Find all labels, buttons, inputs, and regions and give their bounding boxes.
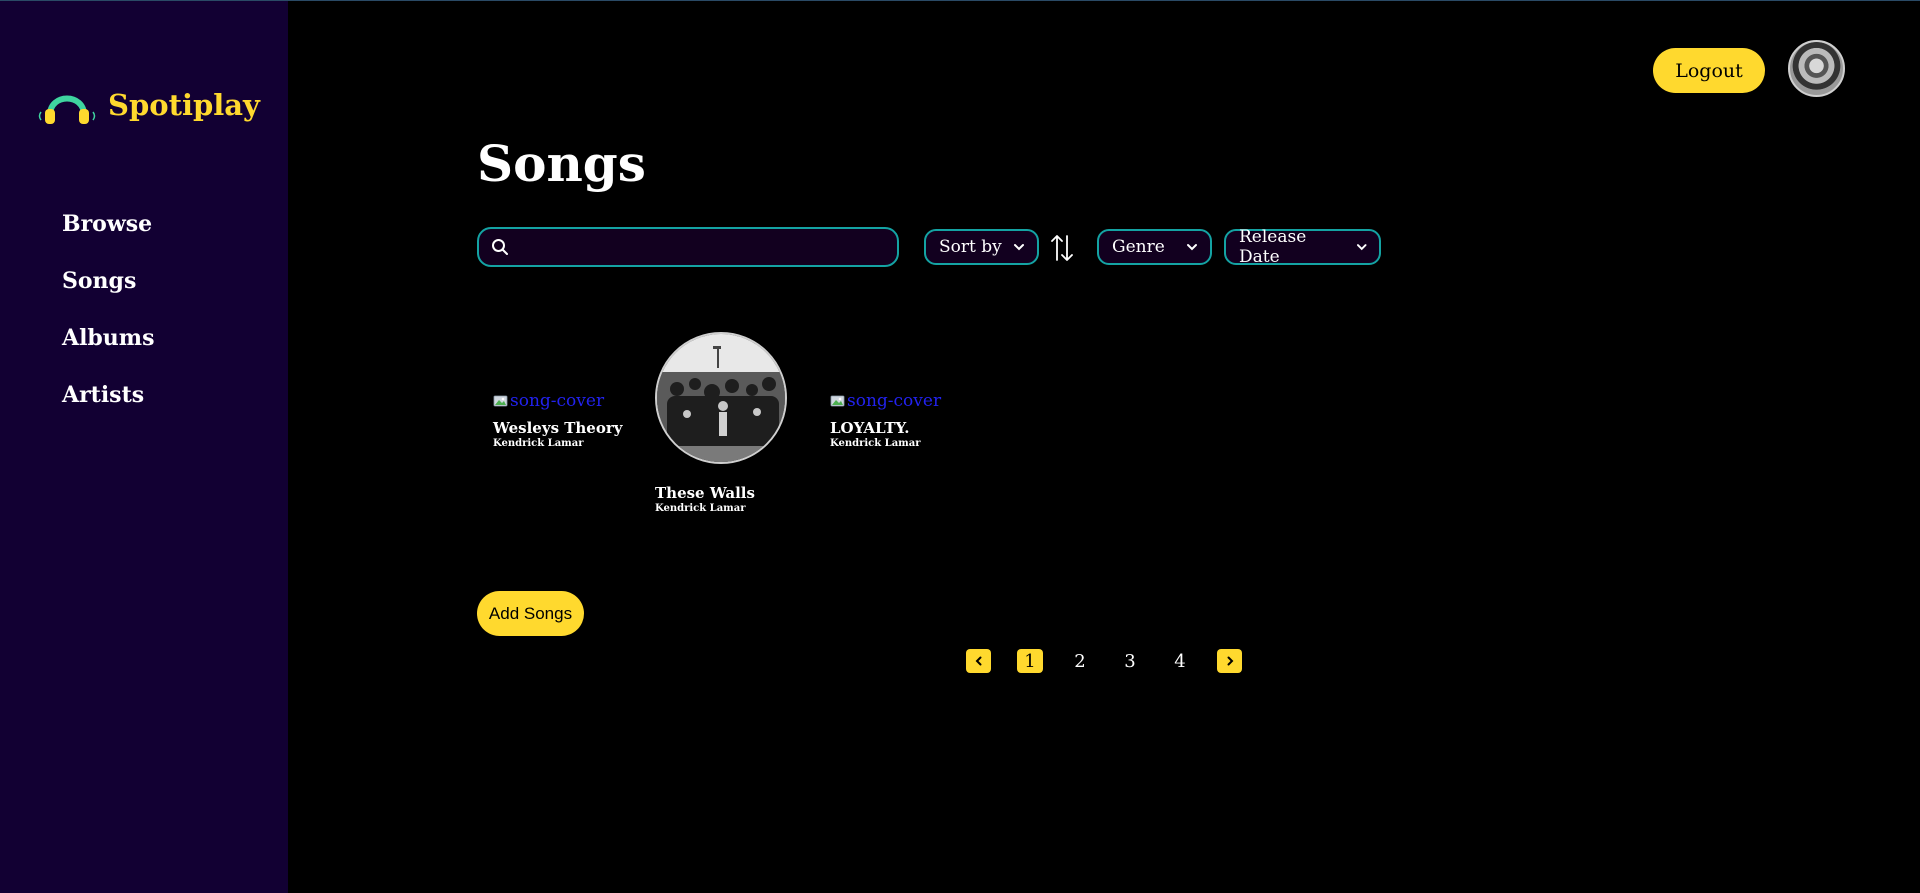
song-cover-alt-text: song-cover (847, 391, 942, 411)
page-button-1[interactable]: 1 (1017, 649, 1043, 673)
song-card-loyalty[interactable]: song-cover LOYALTY. Kendrick Lamar (830, 391, 970, 449)
song-cover-image: song-cover (493, 391, 633, 411)
search-input[interactable] (509, 229, 897, 265)
page-button-2[interactable]: 2 (1067, 649, 1093, 673)
logout-button[interactable]: Logout (1653, 48, 1765, 93)
chevron-down-icon (1356, 244, 1367, 251)
avatar[interactable] (1788, 40, 1845, 97)
page-button-3[interactable]: 3 (1117, 649, 1143, 673)
sidebar-item-songs[interactable]: Songs (62, 263, 154, 320)
broken-image-icon (493, 395, 508, 407)
sidebar-item-browse[interactable]: Browse (62, 206, 154, 263)
next-page-button[interactable] (1217, 649, 1242, 673)
sidebar: Spotiplay Browse Songs Albums Artists (0, 1, 288, 893)
release-date-dropdown[interactable]: Release Date (1224, 227, 1381, 267)
genre-label: Genre (1112, 237, 1165, 257)
genre-dropdown[interactable]: Genre (1097, 229, 1212, 265)
song-title: Wesleys Theory (493, 419, 623, 437)
song-card-these-walls[interactable]: These Walls Kendrick Lamar (655, 332, 795, 514)
song-cover-image (655, 332, 787, 464)
search-icon (492, 239, 508, 255)
brand-logo[interactable]: Spotiplay (36, 85, 260, 125)
song-title: LOYALTY. (830, 419, 910, 437)
page-title: Songs (477, 134, 646, 193)
song-artist: Kendrick Lamar (655, 503, 746, 514)
brand-name: Spotiplay (108, 88, 260, 122)
previous-page-button[interactable] (966, 649, 991, 673)
song-artist: Kendrick Lamar (830, 438, 921, 449)
sidebar-item-albums[interactable]: Albums (62, 320, 154, 377)
chevron-down-icon (1187, 244, 1197, 251)
sort-by-dropdown[interactable]: Sort by (924, 229, 1039, 265)
page-button-4[interactable]: 4 (1167, 649, 1193, 673)
sidebar-item-artists[interactable]: Artists (62, 377, 154, 434)
sort-direction-icon[interactable] (1050, 233, 1074, 263)
song-title: These Walls (655, 484, 755, 502)
chevron-down-icon (1014, 244, 1024, 251)
release-date-label: Release Date (1239, 227, 1307, 267)
broken-image-icon (830, 395, 845, 407)
chevron-right-icon (1227, 656, 1233, 666)
song-artist: Kendrick Lamar (493, 438, 584, 449)
search-bar (477, 227, 899, 267)
song-card-wesleys-theory[interactable]: song-cover Wesleys Theory Kendrick Lamar (493, 391, 633, 449)
sidebar-nav: Browse Songs Albums Artists (62, 206, 154, 434)
add-songs-button[interactable]: Add Songs (477, 591, 584, 636)
chevron-left-icon (975, 656, 981, 666)
sort-by-label: Sort by (939, 237, 1002, 257)
headphones-icon (38, 95, 96, 124)
song-cover-alt-text: song-cover (510, 391, 605, 411)
song-cover-image: song-cover (830, 391, 970, 411)
